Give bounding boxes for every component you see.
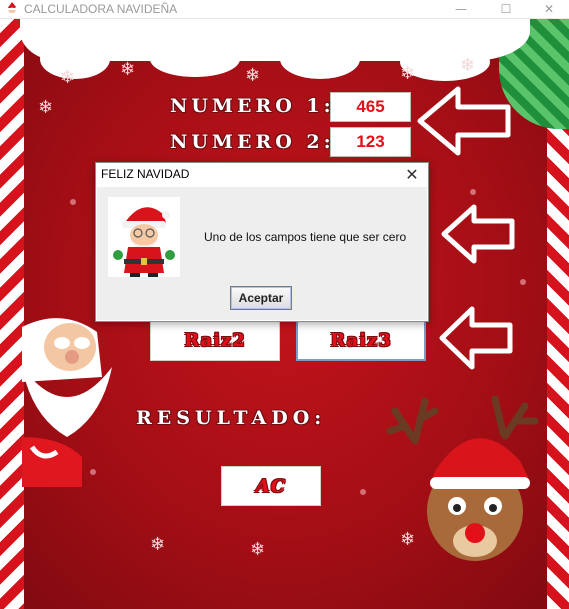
santa-icon: [7, 2, 19, 15]
decor-dot: [470, 189, 476, 195]
santa-icon: [108, 197, 180, 277]
numero2-label: NUMERO 2:: [170, 131, 335, 153]
decor-dot: [520, 279, 526, 285]
snowflake-icon: ❄: [460, 55, 476, 76]
snow-bump: [150, 41, 240, 77]
raiz2-button[interactable]: Raiz2: [150, 319, 280, 361]
candy-cane-border-left: [0, 19, 24, 609]
snowflake-icon: ❄: [38, 97, 54, 118]
feliz-navidad-dialog: FELIZ NAVIDAD ✕ Uno de los campos tiene …: [95, 162, 429, 322]
reindeer-illustration: [386, 395, 539, 561]
aceptar-button[interactable]: Aceptar: [230, 286, 292, 310]
snowflake-icon: ❄: [120, 59, 136, 80]
dialog-close-icon[interactable]: ✕: [402, 163, 422, 185]
decor-dot: [70, 199, 76, 205]
snowflake-icon: ❄: [60, 67, 76, 88]
window-titlebar: CALCULADORA NAVIDEÑA — ☐ ✕: [0, 0, 569, 19]
raiz3-button[interactable]: Raiz3: [296, 319, 426, 361]
numero1-input[interactable]: 465: [330, 92, 411, 122]
numero2-input[interactable]: 123: [330, 127, 411, 157]
snow-bump: [280, 39, 360, 79]
left-arrow-icon: [417, 86, 511, 156]
decor-dot: [360, 489, 366, 495]
close-button[interactable]: ✕: [528, 0, 569, 18]
left-arrow-icon: [439, 306, 513, 370]
dialog-title: FELIZ NAVIDAD: [101, 167, 190, 181]
snowflake-icon: ❄: [150, 534, 166, 555]
snowflake-icon: ❄: [245, 65, 261, 86]
window-title: CALCULADORA NAVIDEÑA: [24, 2, 178, 16]
ac-button[interactable]: AC: [221, 466, 321, 506]
maximize-button[interactable]: ☐: [485, 0, 527, 18]
numero1-label: NUMERO 1:: [170, 95, 335, 117]
resultado-label: RESULTADO:: [136, 407, 327, 429]
snowflake-icon: ❄: [400, 63, 416, 84]
dialog-body: Uno de los campos tiene que ser cero Ace…: [97, 187, 427, 320]
snowflake-icon: ❄: [250, 539, 266, 560]
minimize-button[interactable]: —: [440, 0, 482, 18]
left-arrow-icon: [441, 204, 515, 264]
dialog-message: Uno de los campos tiene que ser cero: [204, 230, 407, 244]
